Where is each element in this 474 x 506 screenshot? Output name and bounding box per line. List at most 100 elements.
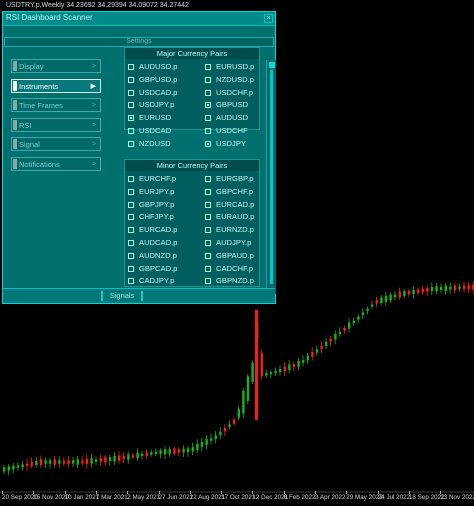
checkbox-icon[interactable] xyxy=(128,227,134,234)
menu-item-label: Signal xyxy=(19,140,40,149)
checkbox-icon[interactable] xyxy=(205,252,211,259)
candle-body xyxy=(338,331,342,335)
checkbox-icon[interactable] xyxy=(128,214,134,221)
candle-body xyxy=(311,351,314,357)
candle-body xyxy=(435,286,438,292)
settings-bar[interactable]: Settings xyxy=(4,37,274,47)
checkbox-icon[interactable] xyxy=(205,188,211,195)
checkbox-icon[interactable] xyxy=(205,214,211,221)
scroll-thumb[interactable] xyxy=(270,70,273,284)
checkbox-icon[interactable] xyxy=(128,102,134,109)
pair-label: AUDUSD.p xyxy=(139,62,178,71)
candle-body xyxy=(417,289,420,293)
candle-body xyxy=(334,333,337,340)
pair-label: GBPUSD.p xyxy=(139,74,178,84)
candle-body xyxy=(205,439,208,445)
candle-body xyxy=(403,291,406,296)
candle-body xyxy=(12,465,15,470)
candle-body xyxy=(315,349,319,353)
checkbox-icon[interactable] xyxy=(205,64,211,70)
checkbox-icon[interactable] xyxy=(205,140,211,147)
checkbox-icon[interactable] xyxy=(205,89,211,96)
pair-label: NZDUSD.p xyxy=(216,74,254,84)
candle-body xyxy=(467,285,470,290)
checkbox-icon[interactable] xyxy=(205,265,211,272)
menu-item-display[interactable]: Display > xyxy=(11,59,101,73)
candle-body xyxy=(177,449,181,453)
candle-body xyxy=(242,390,245,414)
candle-body xyxy=(191,447,194,452)
signals-button[interactable]: Signals xyxy=(101,291,143,301)
menu-item-notifications[interactable]: Notifications > xyxy=(11,156,101,171)
checkbox-icon[interactable] xyxy=(128,76,134,83)
pair-label: EURUSD.p xyxy=(216,62,255,71)
checkbox-icon[interactable] xyxy=(205,115,211,122)
candle-body xyxy=(81,460,84,464)
candle-body xyxy=(173,448,176,454)
candle-body xyxy=(237,409,240,418)
x-axis-label: 27 Jun 2021 xyxy=(158,494,194,501)
candle-body xyxy=(440,287,443,291)
pairs-scrollbar[interactable] xyxy=(266,60,276,294)
candle-body xyxy=(30,461,33,466)
checkbox-icon[interactable] xyxy=(128,89,134,96)
scroll-up-button[interactable] xyxy=(269,62,275,68)
candle-body xyxy=(444,285,447,292)
x-axis-tick xyxy=(158,491,160,494)
checkbox-icon[interactable] xyxy=(128,240,134,246)
candle-body xyxy=(265,373,268,376)
candle-body xyxy=(53,459,56,465)
candle-body xyxy=(159,450,162,454)
candle-body xyxy=(187,448,190,453)
menu-item-label: Display xyxy=(19,62,44,71)
candle-body xyxy=(104,456,107,463)
x-axis-tick xyxy=(377,491,379,494)
checkbox-icon[interactable] xyxy=(128,176,134,182)
checkbox-icon[interactable] xyxy=(205,128,211,134)
candle-body xyxy=(375,300,378,304)
candle-body xyxy=(412,289,415,294)
x-axis-label: 10 Jan 2021 xyxy=(64,494,100,501)
checkbox-icon[interactable] xyxy=(205,240,211,246)
rsi-dashboard-panel[interactable]: RSI Dashboard Scanner × Settings Display… xyxy=(2,11,276,304)
checkbox-icon[interactable] xyxy=(128,188,134,195)
menu-item-instruments[interactable]: Instruments ▶ xyxy=(11,78,101,93)
panel-header[interactable]: RSI Dashboard Scanner × xyxy=(3,12,275,26)
candle-body xyxy=(141,453,144,456)
checkbox-icon[interactable] xyxy=(128,140,134,147)
candle-body xyxy=(90,458,93,464)
candle-body xyxy=(39,459,43,466)
menu-item-time-frames[interactable]: Time Frames > xyxy=(11,98,101,112)
checkbox-icon[interactable] xyxy=(128,278,134,285)
checkbox-icon[interactable] xyxy=(205,201,211,208)
checkbox-icon[interactable] xyxy=(128,265,134,272)
checkbox-icon[interactable] xyxy=(128,64,134,70)
checkbox-icon[interactable] xyxy=(128,201,134,208)
close-icon[interactable]: × xyxy=(264,14,273,23)
candle-body xyxy=(72,460,75,464)
checkbox-icon[interactable] xyxy=(128,252,134,259)
minor-pairs-title: Minor Currency Pairs xyxy=(125,160,259,171)
checkbox-icon[interactable] xyxy=(205,76,211,83)
menu-item-marker xyxy=(13,139,17,149)
candle-body xyxy=(320,345,323,350)
checkbox-icon[interactable] xyxy=(128,128,134,134)
candle-body xyxy=(16,465,20,468)
x-axis-label: 3 Apr 2022 xyxy=(315,494,346,501)
menu-item-marker xyxy=(13,119,17,130)
menu-item-rsi[interactable]: RSI > xyxy=(11,117,101,132)
candle-body xyxy=(131,455,135,458)
candle-body xyxy=(58,460,61,464)
candle-body xyxy=(361,312,365,316)
candle-body xyxy=(118,455,121,461)
candle-body xyxy=(398,291,401,298)
checkbox-icon[interactable] xyxy=(205,227,211,234)
checkbox-icon[interactable] xyxy=(205,102,211,109)
menu-item-signal[interactable]: Signal > xyxy=(11,137,101,151)
checkbox-icon[interactable] xyxy=(205,278,211,285)
checkbox-icon[interactable] xyxy=(205,176,211,182)
candle-body xyxy=(384,295,388,302)
candle-body xyxy=(246,376,250,401)
checkbox-icon[interactable] xyxy=(128,115,134,122)
candle-body xyxy=(85,458,89,464)
